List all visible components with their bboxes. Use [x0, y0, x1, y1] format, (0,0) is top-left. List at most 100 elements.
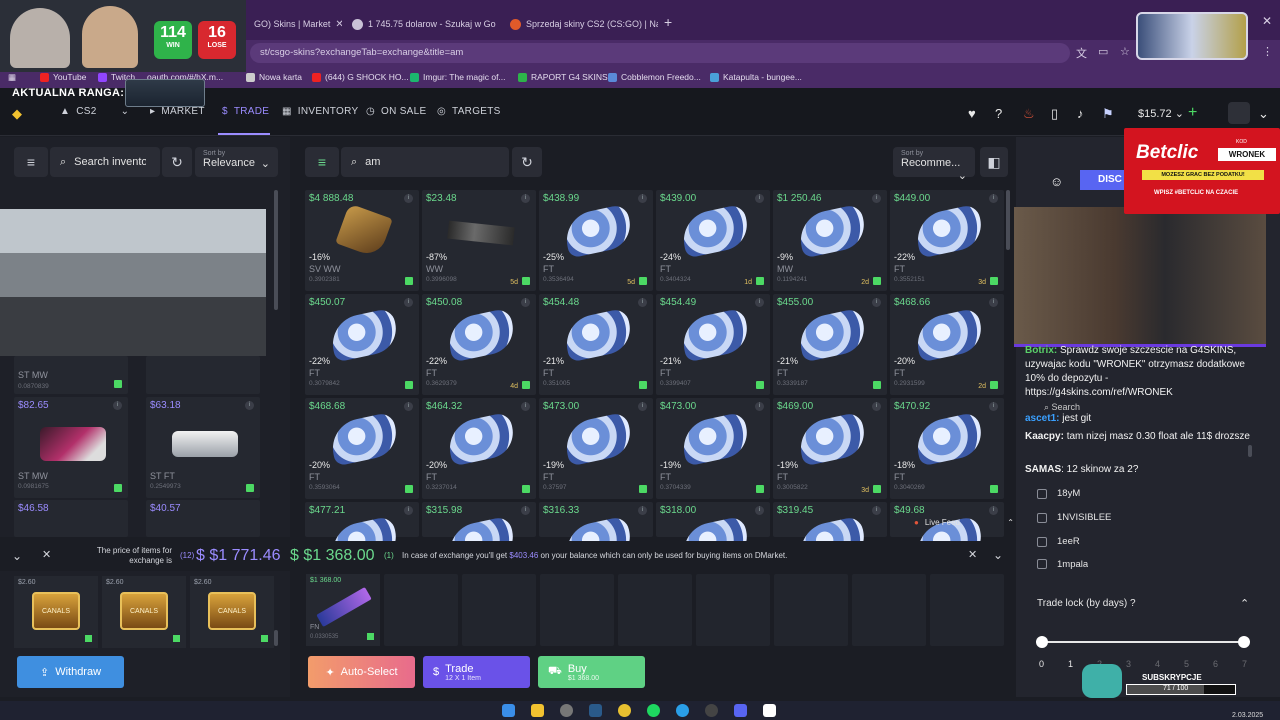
info-icon[interactable]: i	[872, 194, 881, 203]
tab-google-search[interactable]: 1 745.75 dolarow - Szukaj w Go✕	[344, 12, 496, 36]
bookmark-raport[interactable]: RAPORT G4 SKINS	[518, 72, 608, 82]
market-item-card[interactable]: $468.68 i -20% FT 0.3593064	[305, 398, 419, 499]
nav-on-sale[interactable]: ◷ ON SALE	[366, 106, 426, 117]
market-item-card[interactable]: $455.00 i -21% FT 0.3339187	[773, 294, 887, 395]
game-selector[interactable]: ▲ CS2 ⌄	[60, 106, 129, 117]
app-icon[interactable]	[705, 704, 718, 717]
market-scrollbar[interactable]	[1006, 190, 1010, 250]
close-window-icon[interactable]: ✕	[1262, 14, 1272, 28]
sort-select[interactable]: Sort by Relevance ⌄	[195, 147, 278, 177]
close-icon[interactable]: ✕	[335, 19, 342, 30]
info-icon[interactable]: i	[755, 402, 764, 411]
info-icon[interactable]: i	[521, 194, 530, 203]
info-icon[interactable]: i	[989, 402, 998, 411]
bookmark-katapulta[interactable]: Katapulta - bungee...	[710, 72, 802, 82]
market-sort-select[interactable]: Sort by Recomme... ⌄	[893, 147, 975, 182]
market-item-card[interactable]: $454.48 i -21% FT 0.351005	[539, 294, 653, 395]
info-icon[interactable]: i	[755, 506, 764, 515]
chevron-up-icon[interactable]: ⌃	[1240, 597, 1249, 610]
info-icon[interactable]: i	[404, 506, 413, 515]
exchange-scrollbar[interactable]	[274, 630, 278, 646]
market-item-card[interactable]: $464.32 i -20% FT 0.3237014	[422, 398, 536, 499]
clear-left-icon[interactable]: ✕	[42, 548, 51, 561]
info-icon[interactable]: i	[755, 194, 764, 203]
discord-taskbar-icon[interactable]	[734, 704, 747, 717]
selected-market-item[interactable]: $1 368.00 FN 0.0330535	[306, 574, 380, 646]
windows-start-icon[interactable]	[502, 704, 515, 717]
app-icon[interactable]	[763, 704, 776, 717]
exchange-case-item[interactable]: $2.60 CANALS	[14, 576, 98, 648]
help-icon[interactable]: ?	[995, 106, 1002, 121]
info-icon[interactable]: i	[755, 298, 764, 307]
bookmark-gshock[interactable]: (644) G SHOCK HO...	[312, 72, 409, 82]
slider-min-handle[interactable]	[1036, 636, 1048, 648]
live-feed-toggle[interactable]: ● Live Feed ⌃	[914, 513, 1014, 531]
market-item-card[interactable]: $473.00 i -19% FT 0.3704339	[656, 398, 770, 499]
translate-icon[interactable]: 文	[1076, 45, 1087, 61]
inventory-item[interactable]: $63.18 i ST FT 0.2549973	[146, 397, 260, 498]
market-item-card[interactable]: $468.66 i -20% FT 0.2931599 2d	[890, 294, 1004, 395]
steam-icon[interactable]	[589, 704, 602, 717]
apps-icon[interactable]: ▦	[8, 72, 16, 83]
user-avatar[interactable]	[1228, 102, 1250, 124]
nav-market[interactable]: ▸ MARKET	[150, 106, 205, 117]
market-item-card[interactable]: $450.08 i -22% FT 0.3629379 4d	[422, 294, 536, 395]
nav-inventory[interactable]: ▦ INVENTORY	[282, 106, 358, 117]
obs-icon[interactable]	[560, 704, 573, 717]
info-icon[interactable]: i	[638, 194, 647, 203]
info-icon[interactable]: i	[113, 401, 122, 410]
fire-icon[interactable]: ♨	[1023, 106, 1035, 122]
market-item-card[interactable]: $477.21 i	[305, 502, 419, 571]
spotify-icon[interactable]	[647, 704, 660, 717]
info-icon[interactable]: i	[989, 298, 998, 307]
info-icon[interactable]: i	[404, 298, 413, 307]
info-icon[interactable]: i	[245, 401, 254, 410]
info-icon[interactable]: i	[521, 298, 530, 307]
market-item-card[interactable]: $23.48 i -87% WW 0.3996098 5d	[422, 190, 536, 291]
inventory-item[interactable]: $46.58	[14, 500, 128, 537]
market-item-card[interactable]: $315.98 i	[422, 502, 536, 571]
tab-dmarket[interactable]: GO) Skins | Market ✕	[246, 12, 342, 36]
market-item-card[interactable]: $1 250.46 i -9% MW 0.1194241 2d	[773, 190, 887, 291]
market-refresh-button[interactable]: ↻	[512, 147, 542, 177]
nav-trade[interactable]: $ TRADE	[222, 106, 269, 117]
market-item-card[interactable]: $438.99 i -25% FT 0.3536494 5d	[539, 190, 653, 291]
chevron-down-icon[interactable]: ⌄	[12, 549, 22, 563]
inventory-search-input[interactable]: ⌕ Search inventory	[50, 147, 160, 177]
info-icon[interactable]: i	[638, 298, 647, 307]
info-icon[interactable]: i	[872, 506, 881, 515]
add-funds-button[interactable]: +	[1188, 104, 1197, 122]
market-item-card[interactable]: $4 888.48 i -16% SV WW 0.3902381	[305, 190, 419, 291]
bookmark-imgur[interactable]: Imgur: The magic of...	[410, 72, 506, 82]
market-item-card[interactable]: $469.00 i -19% FT 0.3005822 3d	[773, 398, 887, 499]
refresh-button[interactable]: ↻	[162, 147, 192, 177]
info-icon[interactable]: i	[521, 506, 530, 515]
dmarket-logo-icon[interactable]: ◆	[12, 106, 22, 122]
inventory-item[interactable]: $40.57	[146, 500, 260, 537]
help-icon[interactable]: ?	[1130, 598, 1136, 609]
withdraw-button[interactable]: ⇪ Withdraw	[17, 656, 124, 688]
discord-icon[interactable]: ☺	[1050, 174, 1063, 189]
market-item-card[interactable]: $318.00 i	[656, 502, 770, 571]
chrome-icon[interactable]	[618, 704, 631, 717]
inventory-item[interactable]: $82.65 i ST MW 0.0981675	[14, 397, 128, 498]
cast-icon[interactable]: ▭	[1098, 45, 1108, 58]
filter-checkbox[interactable]: 18yM	[1037, 488, 1080, 499]
phone-icon[interactable]: ▯	[1051, 106, 1058, 122]
inventory-item[interactable]	[146, 356, 260, 394]
info-icon[interactable]: i	[872, 298, 881, 307]
market-search-input[interactable]: ⌕ am	[341, 147, 509, 177]
market-item-card[interactable]: $449.00 i -22% FT 0.3552151 3d	[890, 190, 1004, 291]
market-item-card[interactable]: $454.49 i -21% FT 0.3399407	[656, 294, 770, 395]
market-item-card[interactable]: $316.33 i	[539, 502, 653, 571]
filter-checkbox[interactable]: 1NVISIBLEE	[1037, 512, 1111, 523]
info-icon[interactable]: i	[989, 194, 998, 203]
filter-checkbox[interactable]: 1eeR	[1037, 536, 1080, 547]
heart-icon[interactable]: ♥	[968, 106, 976, 121]
auto-select-button[interactable]: ✦ Auto-Select	[308, 656, 415, 688]
market-filter-button[interactable]: ≡	[305, 147, 339, 177]
filter-checkbox[interactable]: 1mpala	[1037, 559, 1088, 569]
us-flag-icon[interactable]: ⚑	[1102, 106, 1114, 122]
edge-icon[interactable]	[676, 704, 689, 717]
market-item-card[interactable]: $470.92 i -18% FT 0.3040269	[890, 398, 1004, 499]
